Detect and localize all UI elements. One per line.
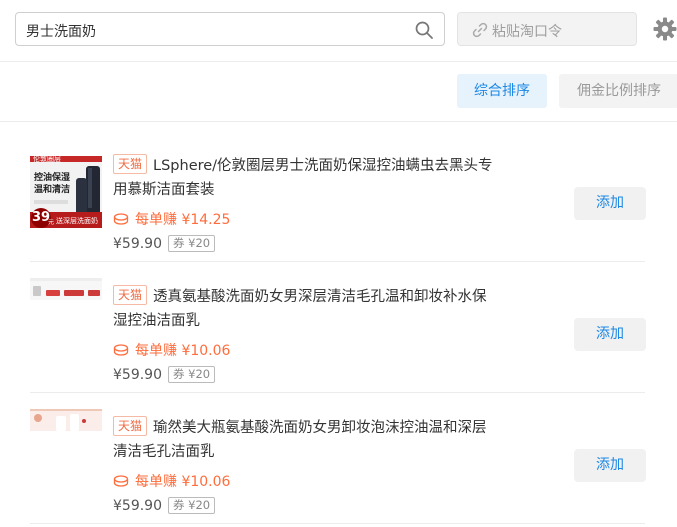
commission-text: 每单赚 ¥14.25 bbox=[113, 209, 230, 229]
coupon-badge: 券 ¥20 bbox=[168, 366, 216, 383]
product-thumbnail[interactable] bbox=[30, 278, 102, 300]
coins-icon bbox=[113, 213, 129, 225]
search-icon[interactable] bbox=[414, 20, 434, 40]
thumbnail-brand: 伦敦圈层 bbox=[33, 156, 61, 163]
coupon-badge: 券 ¥20 bbox=[168, 497, 216, 514]
commission-value: 每单赚 ¥14.25 bbox=[135, 212, 231, 228]
product-title-text: 透真氨基酸洗面奶女男深层清洁毛孔温和卸妆补水保湿控油洁面乳 bbox=[113, 289, 487, 329]
add-button[interactable]: 添加 bbox=[574, 187, 646, 220]
coupon-badge: 券 ¥20 bbox=[168, 235, 216, 252]
paste-tao-code-button[interactable]: 粘贴淘口令 bbox=[457, 12, 637, 46]
product-thumbnail[interactable]: 伦敦圈层 控油保湿 温和清洁 39 元 送深层洗面奶 bbox=[30, 156, 102, 228]
product-title[interactable]: 天猫 透真氨基酸洗面奶女男深层清洁毛孔温和卸妆补水保湿控油洁面乳 bbox=[113, 285, 493, 333]
product-title[interactable]: 天猫 LSphere/伦敦圈层男士洗面奶保湿控油螨虫去黑头专用慕斯洁面套装 bbox=[113, 154, 493, 202]
search-input[interactable]: 男士洗面奶 bbox=[15, 12, 445, 46]
product-image bbox=[30, 409, 102, 431]
product-price: ¥59.90 bbox=[113, 366, 162, 383]
product-thumbnail[interactable] bbox=[30, 409, 102, 431]
coins-icon bbox=[113, 475, 129, 487]
thumbnail-tag: 送深层洗面奶 bbox=[56, 217, 98, 225]
product-title-text: 瑜然美大瓶氨基酸洗面奶女男卸妆泡沫控油温和深层清洁毛孔洁面乳 bbox=[113, 420, 487, 460]
price-row: ¥59.90 券 ¥20 bbox=[113, 366, 216, 383]
thumbnail-price-unit: 元 bbox=[48, 219, 55, 226]
product-price: ¥59.90 bbox=[113, 235, 162, 252]
price-row: ¥59.90 券 ¥20 bbox=[113, 235, 216, 252]
thumbnail-line-2: 温和清洁 bbox=[34, 185, 71, 195]
tmall-badge: 天猫 bbox=[113, 285, 148, 305]
commission-value: 每单赚 ¥10.06 bbox=[135, 474, 231, 490]
tab-comprehensive-sort[interactable]: 综合排序 bbox=[457, 74, 547, 108]
product-image bbox=[30, 278, 102, 300]
commission-text: 每单赚 ¥10.06 bbox=[113, 340, 230, 360]
top-bar: 男士洗面奶 粘贴淘口令 bbox=[0, 0, 677, 62]
add-button[interactable]: 添加 bbox=[574, 449, 646, 482]
tmall-badge: 天猫 bbox=[113, 416, 148, 436]
tmall-badge: 天猫 bbox=[113, 154, 148, 174]
product-item: 天猫 瑜然美大瓶氨基酸洗面奶女男卸妆泡沫控油温和深层清洁毛孔洁面乳 每单赚 ¥10… bbox=[30, 393, 646, 524]
sort-bar: 综合排序 佣金比例排序 bbox=[0, 62, 677, 122]
gear-icon[interactable] bbox=[652, 16, 677, 42]
product-title-text: LSphere/伦敦圈层男士洗面奶保湿控油螨虫去黑头专用慕斯洁面套装 bbox=[113, 158, 493, 198]
paste-label: 粘贴淘口令 bbox=[492, 24, 562, 40]
product-item: 天猫 透真氨基酸洗面奶女男深层清洁毛孔温和卸妆补水保湿控油洁面乳 每单赚 ¥10.… bbox=[30, 262, 646, 393]
product-price: ¥59.90 bbox=[113, 497, 162, 514]
search-input-value[interactable]: 男士洗面奶 bbox=[26, 21, 96, 41]
coins-icon bbox=[113, 344, 129, 356]
tab-commission-sort[interactable]: 佣金比例排序 bbox=[559, 74, 677, 108]
add-button[interactable]: 添加 bbox=[574, 318, 646, 351]
product-item: 伦敦圈层 控油保湿 温和清洁 39 元 送深层洗面奶 天猫 LSphere/伦敦圈… bbox=[30, 131, 646, 262]
product-title[interactable]: 天猫 瑜然美大瓶氨基酸洗面奶女男卸妆泡沫控油温和深层清洁毛孔洁面乳 bbox=[113, 416, 493, 464]
price-row: ¥59.90 券 ¥20 bbox=[113, 497, 216, 514]
commission-value: 每单赚 ¥10.06 bbox=[135, 343, 231, 359]
commission-text: 每单赚 ¥10.06 bbox=[113, 471, 230, 491]
link-icon bbox=[472, 22, 488, 38]
